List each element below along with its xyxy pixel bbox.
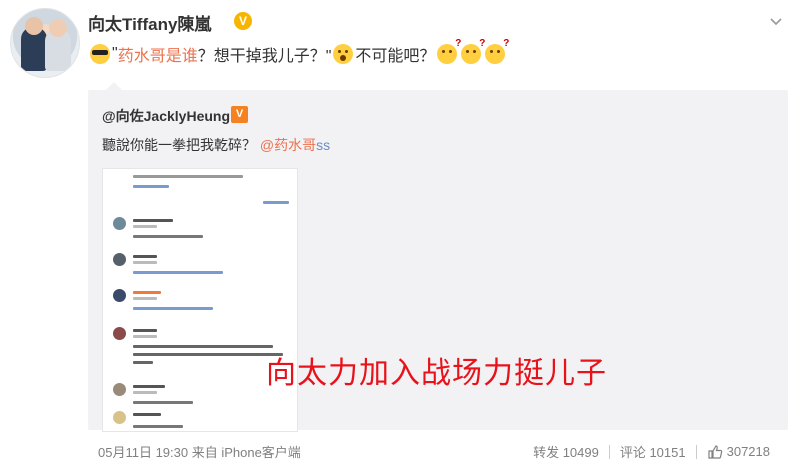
think-emoji-icon (485, 38, 509, 64)
post-text: " 药水哥是谁 ？想干掉我儿子？" 不可能吧？ (88, 38, 509, 66)
quoted-mention-suffix: ss (316, 137, 331, 153)
shock-emoji-icon (333, 44, 354, 64)
post-text-middle: ？想干掉我儿子？" (197, 48, 332, 65)
comment-button[interactable]: 评论 10151 (620, 442, 686, 461)
post-username[interactable]: 向太Tiffany陳嵐 (88, 10, 211, 35)
overlay-caption: 向太力加入战场力挺儿子 (266, 357, 607, 390)
post-timestamp[interactable]: 05月11日 19:30 来自 iPhone客户端 (98, 442, 301, 461)
post-text-link[interactable]: 药水哥是谁 (118, 42, 198, 66)
like-count: 307218 (726, 444, 770, 459)
repost-button[interactable]: 转发 10499 (533, 442, 599, 461)
quoted-verified-badge-icon: V (231, 106, 248, 123)
post-text-end: 不可能吧？ (355, 48, 436, 65)
thumbs-up-icon (708, 444, 722, 459)
attached-screenshot-image[interactable] (102, 168, 298, 432)
verified-badge-icon: V (234, 12, 252, 30)
post-avatar[interactable] (10, 8, 80, 78)
divider (695, 444, 697, 459)
quoted-username[interactable]: @向佐JacklyHeung (102, 106, 230, 126)
quoted-text: 聽說你能一拳把我乾碎？ @药水哥ss (102, 135, 330, 155)
quoted-text-body: 聽說你能一拳把我乾碎？ (102, 137, 256, 153)
like-button[interactable]: 307218 (707, 444, 770, 460)
divider (608, 444, 610, 459)
chevron-down-icon[interactable] (768, 14, 784, 30)
think-emoji-icon (461, 38, 485, 64)
post-footer: 05月11日 19:30 来自 iPhone客户端 转发 10499 评论 10… (0, 440, 800, 464)
post-stats: 转发 10499 评论 10151 307218 (533, 442, 770, 461)
think-emoji-icon (437, 38, 461, 64)
quoted-mention[interactable]: @药水哥 (260, 137, 316, 153)
cool-emoji-icon (90, 44, 110, 64)
